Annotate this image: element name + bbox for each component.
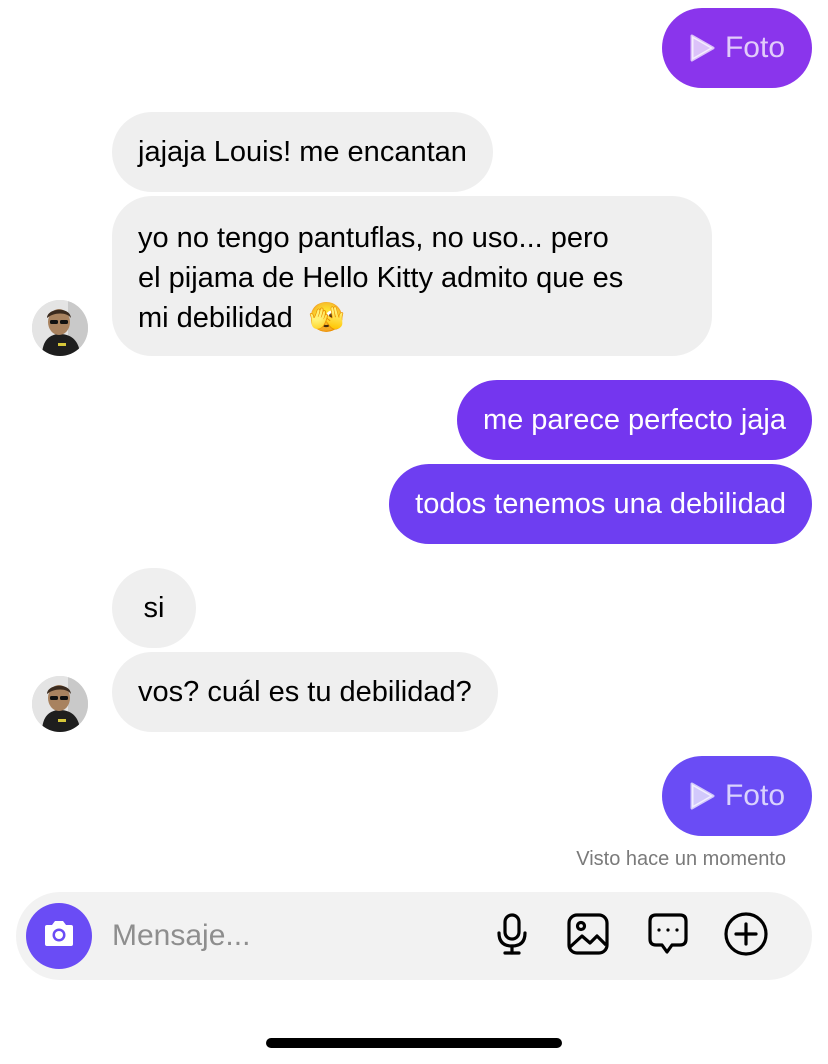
avatar[interactable]: [32, 676, 88, 732]
message-line-last: mi debilidad 🫣: [138, 298, 686, 338]
camera-icon: [42, 919, 76, 954]
home-indicator: [266, 1038, 562, 1048]
add-button[interactable]: [722, 911, 770, 962]
message-text: si: [143, 592, 165, 624]
peeking-face-emoji: 🫣: [308, 302, 345, 334]
message-composer: [16, 892, 812, 980]
message-line: mi debilidad: [138, 302, 293, 334]
message-text: me parece perfecto jaja: [482, 404, 786, 436]
sent-photo-message[interactable]: Foto: [662, 756, 812, 836]
camera-button[interactable]: [26, 903, 92, 969]
microphone-button[interactable]: [488, 912, 536, 960]
play-icon: [689, 34, 715, 62]
seen-status: Visto hace un momento: [576, 848, 786, 870]
gallery-button[interactable]: [564, 912, 612, 960]
play-icon: [689, 782, 715, 810]
received-message[interactable]: vos? cuál es tu debilidad?: [112, 652, 498, 732]
sent-message[interactable]: todos tenemos una debilidad: [389, 464, 812, 544]
message-line: el pijama de Hello Kitty admito que es: [138, 262, 624, 294]
avatar[interactable]: [32, 300, 88, 356]
message-text: todos tenemos una debilidad: [415, 488, 786, 520]
message-line: yo no tengo pantuflas, no uso... pero: [138, 222, 609, 254]
photo-label: Foto: [724, 779, 786, 812]
add-circle-icon: [723, 911, 769, 962]
received-message[interactable]: si: [112, 568, 196, 648]
sent-message[interactable]: me parece perfecto jaja: [456, 380, 812, 460]
message-text: jajaja Louis! me encantan: [138, 136, 467, 168]
photo-label: Foto: [724, 31, 786, 64]
microphone-icon: [494, 912, 530, 961]
received-message[interactable]: jajaja Louis! me encantan: [112, 112, 493, 192]
message-text: vos? cuál es tu debilidad?: [138, 676, 472, 708]
received-message[interactable]: yo no tengo pantuflas, no uso... pero el…: [112, 196, 712, 356]
gallery-icon: [566, 912, 610, 961]
message-input[interactable]: [112, 916, 432, 956]
sent-photo-message[interactable]: Foto: [662, 8, 812, 88]
sticker-message-button[interactable]: [644, 912, 692, 960]
sticker-message-icon: [645, 911, 691, 962]
